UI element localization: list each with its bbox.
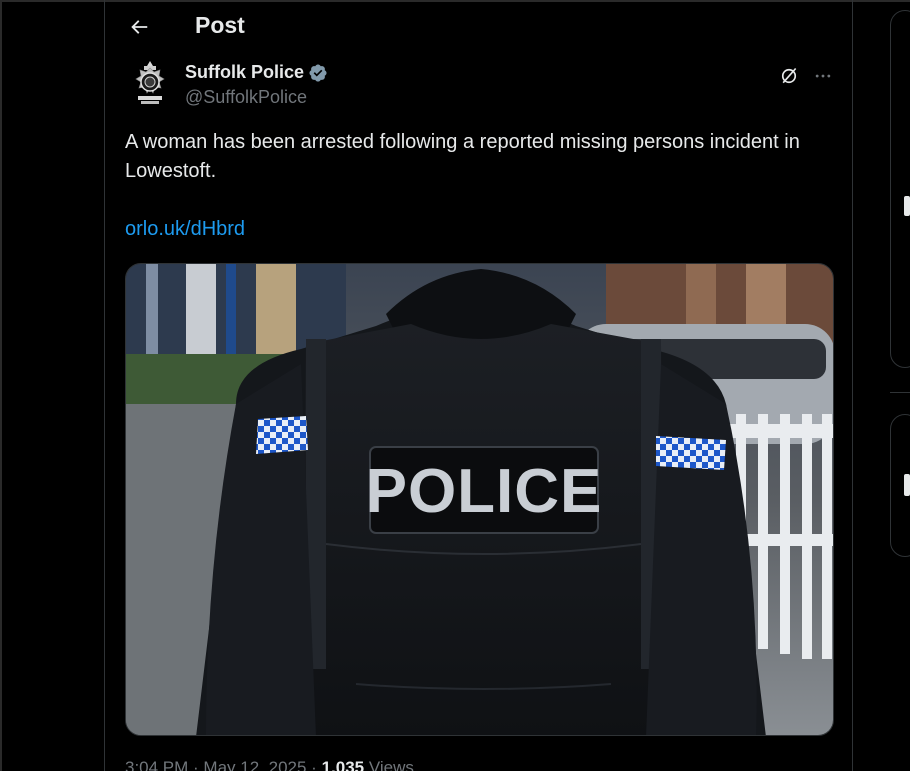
sidebar-card-text: [904, 474, 910, 496]
sidebar-divider: [890, 392, 910, 393]
post-text: A woman has been arrested following a re…: [125, 131, 800, 182]
more-horizontal-icon: [815, 74, 831, 78]
main-column: Post Suffolk Police @SuffolkPolice A wom…: [104, 0, 853, 771]
post-image[interactable]: POLICE: [125, 263, 834, 736]
right-sidebar: [890, 0, 910, 771]
sidebar-card: [890, 10, 910, 368]
views-count: 1,035: [321, 758, 365, 771]
author-name-row: Suffolk Police: [185, 62, 328, 83]
arrow-left-icon: [131, 20, 148, 34]
author-display-name[interactable]: Suffolk Police: [185, 62, 304, 83]
vest-police-text: POLICE: [366, 457, 603, 526]
post-meta: 3:04 PM · May 12, 2025 · 1,035 Views: [125, 758, 414, 771]
post-link[interactable]: orlo.uk/dHbrd: [125, 218, 245, 241]
sidebar-card-text: [904, 196, 910, 216]
avatar[interactable]: [129, 60, 171, 106]
views-label: Views: [368, 758, 414, 771]
author-handle[interactable]: @SuffolkPolice: [185, 87, 307, 108]
top-bar: Post: [105, 0, 852, 54]
page-title: Post: [195, 12, 245, 38]
more-button[interactable]: [809, 62, 837, 90]
post-timestamp[interactable]: 3:04 PM · May 12, 2025 ·: [125, 758, 317, 771]
verified-badge-icon[interactable]: [308, 63, 328, 83]
grok-button[interactable]: [775, 62, 803, 90]
police-crest-logo: [135, 61, 165, 104]
post-header: Suffolk Police @SuffolkPolice: [125, 58, 835, 114]
back-button[interactable]: [119, 8, 159, 46]
grok-icon: [781, 67, 797, 84]
police-officer-photo: POLICE: [126, 264, 833, 735]
